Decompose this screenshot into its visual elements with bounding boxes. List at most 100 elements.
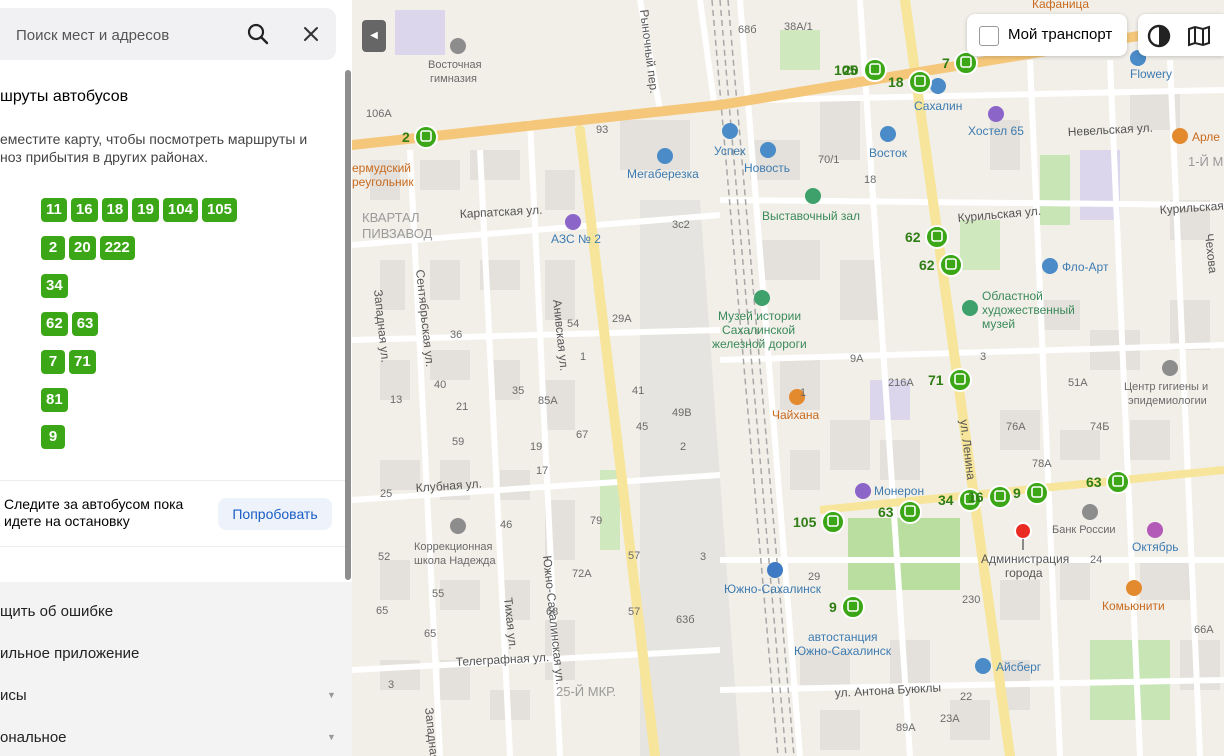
menu-item-regional[interactable]: ональное	[0, 729, 67, 746]
poi-megaberezka: Мегаберезка	[627, 167, 699, 181]
bus-icon[interactable]	[1025, 481, 1049, 505]
bus-icon[interactable]	[948, 368, 972, 392]
route-chip[interactable]: 11	[41, 198, 67, 222]
bus-stop-route: 62	[919, 257, 935, 273]
route-chip[interactable]: 34	[41, 274, 68, 298]
menu-item-services[interactable]: исы	[0, 687, 27, 704]
house-number: 230	[962, 594, 980, 606]
route-chip[interactable]: 19	[132, 198, 159, 222]
chevron-down-icon[interactable]: ▼	[327, 732, 336, 742]
poi-vostok: Восток	[869, 146, 908, 160]
collapse-sidebar-button[interactable]: ◀	[362, 20, 386, 52]
poi-kafanica: Кафаница	[1032, 0, 1089, 11]
divider	[0, 546, 345, 547]
bus-icon[interactable]	[821, 510, 845, 534]
try-button[interactable]: Попробовать	[218, 498, 332, 530]
poi-bank: Банк России	[1052, 524, 1116, 536]
bus-icon[interactable]	[898, 500, 922, 524]
search-input[interactable]	[16, 25, 236, 45]
house-number: 54	[567, 318, 579, 330]
poi-novost: Новость	[744, 161, 790, 175]
building-block	[395, 10, 445, 55]
house-number: 46	[500, 519, 512, 531]
poi-centr-gigieny: Центр гигиены и	[1124, 381, 1208, 393]
route-chip[interactable]: 71	[69, 350, 96, 374]
my-transport-checkbox[interactable]	[979, 26, 999, 46]
house-number: 49В	[672, 407, 692, 419]
follow-bus-text: Следите за автобусом пока идете на остан…	[4, 496, 184, 529]
bus-stop-route: 62	[905, 229, 921, 245]
my-transport-toggle[interactable]: Мой транспорт	[967, 14, 1127, 56]
district-kvartal: КВАРТАЛ	[362, 210, 420, 225]
route-chip[interactable]: 20	[69, 236, 96, 260]
bus-icon[interactable]	[863, 58, 887, 82]
bus-icon[interactable]	[1106, 470, 1130, 494]
route-chip[interactable]: 18	[101, 198, 129, 222]
route-chip[interactable]: 9	[41, 425, 65, 449]
house-number: 36	[450, 329, 462, 341]
route-chip[interactable]: 81	[41, 388, 68, 412]
house-number: 24	[1090, 554, 1102, 566]
bus-icon[interactable]	[939, 253, 963, 277]
route-row: 81	[41, 388, 68, 412]
search-icon[interactable]	[244, 20, 272, 48]
house-number: 52	[378, 551, 390, 563]
bus-icon[interactable]	[908, 70, 932, 94]
route-chip[interactable]: 2	[41, 236, 65, 260]
park	[848, 518, 960, 590]
bus-stop-marker[interactable]: 9	[829, 595, 865, 619]
chevron-down-icon[interactable]: ▼	[327, 690, 336, 700]
menu-item-report-error[interactable]: щить об ошибке	[0, 603, 113, 620]
district-pivzavod: ПИВЗАВОД	[362, 226, 433, 241]
bus-icon[interactable]	[841, 595, 865, 619]
poi-station: Южно-Сахалинск	[724, 582, 822, 596]
poi-korr-shkola: Коррекционная	[414, 541, 493, 553]
menu-item-mobile-app[interactable]: ильное приложение	[0, 645, 139, 662]
poi-muzey: Сахалинской	[722, 323, 795, 337]
poi-obl-muzey: художественный	[982, 303, 1075, 317]
close-icon[interactable]	[297, 20, 325, 48]
route-chip[interactable]: 105	[201, 198, 237, 222]
route-chip[interactable]: 16	[70, 198, 98, 222]
routes-sidebar: шруты автобусов еместите карту, чтобы по…	[0, 0, 353, 756]
route-chip[interactable]: 62	[41, 312, 68, 336]
poi-treugolnik: ермудский	[352, 161, 411, 175]
layers-icon[interactable]	[1146, 23, 1172, 49]
bus-icon[interactable]	[925, 225, 949, 249]
poi-azs: АЗС № 2	[551, 232, 601, 246]
house-number: 17	[536, 465, 548, 477]
route-chip[interactable]: 63	[71, 312, 99, 336]
house-number: 22	[960, 691, 972, 703]
route-chip[interactable]: 104	[162, 198, 198, 222]
poi-aysberg: Айсберг	[996, 660, 1042, 674]
house-number: 106А	[366, 108, 392, 120]
bus-stop-route: 105	[793, 514, 817, 530]
sidebar-scrollbar[interactable]	[345, 70, 351, 580]
poi-uspekh: Успех	[714, 144, 746, 158]
bus-icon[interactable]	[988, 485, 1012, 509]
house-number: 55	[432, 588, 444, 600]
poi-gimnaziya: гимназия	[430, 73, 477, 85]
bus-icon[interactable]	[414, 125, 438, 149]
route-chip[interactable]: 222	[99, 236, 135, 260]
poi-moneron: Монерон	[874, 484, 924, 498]
route-chip[interactable]: 7	[41, 350, 65, 374]
park	[960, 220, 1000, 270]
house-number: 29	[808, 571, 820, 583]
map-canvas[interactable]: Анивская ул. Рыночный пер. Невельская ул…	[352, 0, 1224, 756]
bus-stop-route: 2	[402, 129, 410, 145]
house-number: 1	[580, 351, 586, 363]
house-number: 3	[700, 551, 706, 563]
house-number: 23А	[940, 713, 960, 725]
poi-hostel: Хостел 65	[968, 124, 1024, 138]
house-number: 74Б	[1090, 421, 1109, 433]
bus-stop-marker[interactable]: 2	[402, 125, 438, 149]
poi-sakhalin: Сахалин	[914, 99, 962, 113]
bus-stop-route: 9	[1013, 485, 1021, 501]
map-book-icon[interactable]	[1186, 23, 1212, 49]
bus-stop-marker[interactable]: 9	[1013, 481, 1049, 505]
poi-admin: города	[1005, 566, 1043, 580]
house-number: 19	[530, 441, 542, 453]
house-number: 3с2	[672, 219, 690, 231]
poi-oktyabr: Октябрь	[1132, 540, 1179, 554]
